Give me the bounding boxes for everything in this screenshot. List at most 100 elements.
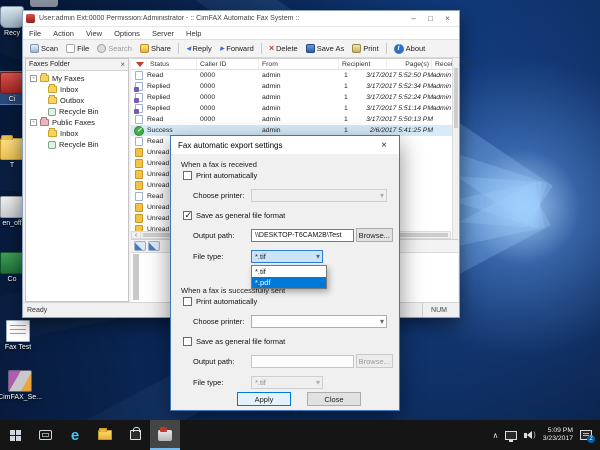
unread-status-icon bbox=[135, 148, 143, 157]
cell-status: Replied bbox=[147, 92, 197, 103]
delete-button[interactable]: ×Delete bbox=[265, 43, 302, 54]
collapse-icon[interactable]: - bbox=[30, 75, 37, 82]
about-button[interactable]: iAbout bbox=[390, 43, 430, 55]
collapse-icon[interactable]: - bbox=[30, 119, 37, 126]
print-button[interactable]: Print bbox=[348, 43, 382, 54]
pages-column-header[interactable]: Page(s) bbox=[387, 59, 432, 69]
scrollbar-thumb[interactable] bbox=[454, 68, 458, 128]
share-button[interactable]: Share bbox=[136, 43, 175, 54]
task-view-button[interactable] bbox=[30, 420, 60, 450]
menu-help[interactable]: Help bbox=[180, 29, 207, 38]
window-titlebar[interactable]: User:admin Ext:0000 Permission:Administr… bbox=[23, 11, 459, 27]
menu-options[interactable]: Options bbox=[108, 29, 146, 38]
panel-close-icon[interactable]: × bbox=[120, 60, 125, 70]
desktop-icon-cimfax-setup[interactable]: CimFAX_Se... bbox=[0, 370, 43, 402]
tree-item-my-faxes[interactable]: -My Faxes bbox=[26, 73, 128, 84]
from-column-header[interactable]: From bbox=[259, 59, 339, 69]
save-as-button[interactable]: Save As bbox=[302, 43, 349, 54]
tree-label: Inbox bbox=[60, 85, 78, 94]
store-button[interactable] bbox=[120, 420, 150, 450]
file-explorer-button[interactable] bbox=[90, 420, 120, 450]
speaker-icon[interactable]: ) bbox=[524, 431, 535, 439]
start-button[interactable] bbox=[0, 420, 30, 450]
scan-button[interactable]: Scan bbox=[26, 43, 62, 54]
rotate-right-icon[interactable] bbox=[148, 241, 160, 251]
caller-id-column-header[interactable]: Caller ID bbox=[197, 59, 259, 69]
received-save-checkbox-row[interactable]: Save as general file format bbox=[183, 211, 399, 220]
menu-server[interactable]: Server bbox=[146, 29, 180, 38]
sent-print-checkbox-row[interactable]: Print automatically bbox=[183, 297, 399, 306]
tree-item-outbox[interactable]: Outbox bbox=[26, 95, 128, 106]
scan-icon bbox=[30, 44, 39, 53]
reply-button[interactable]: ◂Reply bbox=[182, 43, 216, 54]
folder-icon bbox=[48, 97, 57, 104]
scroll-left-arrow-icon[interactable]: ‹ bbox=[132, 232, 141, 238]
rotate-left-icon[interactable] bbox=[134, 241, 146, 251]
cell-receive: admin bbox=[432, 83, 451, 90]
search-label: Search bbox=[108, 44, 132, 53]
apply-button[interactable]: Apply bbox=[237, 392, 291, 406]
hidden-icons-chevron[interactable]: ∧ bbox=[493, 431, 499, 440]
maximize-button[interactable]: □ bbox=[422, 12, 439, 26]
desktop-icon-label: Recy bbox=[4, 30, 20, 37]
option-tif[interactable]: *.tif bbox=[252, 266, 326, 277]
cimfax-taskbar-button[interactable] bbox=[150, 420, 180, 450]
menu-view[interactable]: View bbox=[80, 29, 108, 38]
tree-item-inbox[interactable]: Inbox bbox=[26, 84, 128, 95]
close-button[interactable]: × bbox=[439, 12, 456, 26]
dialog-close-icon[interactable]: × bbox=[376, 140, 392, 151]
fax-row[interactable]: Replied0000admin13/17/2017 5:51:14 PMadm… bbox=[131, 103, 452, 114]
cell-caller-id: 0000 bbox=[197, 81, 259, 92]
preview-scrollbar[interactable] bbox=[133, 254, 139, 300]
sent-save-checkbox-row[interactable]: Save as general file format bbox=[183, 337, 399, 346]
network-icon[interactable] bbox=[505, 431, 517, 440]
dialog-close-button[interactable]: Close bbox=[307, 392, 361, 406]
file-button[interactable]: File bbox=[62, 43, 93, 54]
checkbox-checked[interactable] bbox=[183, 211, 192, 220]
checkbox-unchecked[interactable] bbox=[183, 171, 192, 180]
taskbar-clock[interactable]: 5:09 PM 3/23/2017 bbox=[543, 427, 573, 443]
edge-button[interactable]: e bbox=[60, 420, 90, 450]
option-pdf-highlighted[interactable]: *.pdf bbox=[252, 277, 326, 288]
search-button: Search bbox=[93, 43, 136, 54]
save-as-general-label: Save as general file format bbox=[196, 211, 285, 220]
print-icon bbox=[352, 44, 361, 53]
browse-button[interactable]: Browse... bbox=[356, 228, 393, 242]
filter-column-header[interactable] bbox=[131, 59, 147, 69]
tree-label: Outbox bbox=[60, 96, 84, 105]
fax-row[interactable]: Read0000admin13/17/2017 5:52:50 PMadmin bbox=[131, 70, 452, 81]
file-type-combobox[interactable]: *.tif▾ bbox=[251, 250, 323, 263]
fax-row[interactable]: Replied0000admin13/17/2017 5:52:34 PMadm… bbox=[131, 81, 452, 92]
status-ready: Ready bbox=[27, 307, 47, 314]
about-label: About bbox=[406, 44, 426, 53]
status-column-header[interactable]: Status bbox=[147, 59, 197, 69]
fax-row[interactable]: Read0000admin13/17/2017 5:50:13 PM bbox=[131, 114, 452, 125]
fax-row[interactable]: Replied0000admin13/17/2017 5:52:24 PMadm… bbox=[131, 92, 452, 103]
checkbox-unchecked[interactable] bbox=[183, 297, 192, 306]
receive-time-column-header[interactable]: Receive Time bbox=[432, 59, 452, 69]
toolbar: Scan File Search Share ◂Reply ▸Forward ×… bbox=[23, 40, 459, 58]
file-type-combobox-disabled: *.tif▾ bbox=[251, 376, 323, 389]
recipient-column-header[interactable]: Recipient bbox=[339, 59, 387, 69]
clock-date: 3/23/2017 bbox=[543, 435, 573, 443]
tree-item-recycle-bin[interactable]: Recycle Bin bbox=[26, 106, 128, 117]
tree-item-public-recycle-bin[interactable]: Recycle Bin bbox=[26, 139, 128, 150]
store-bag-icon bbox=[130, 430, 141, 440]
cimfax-app-icon bbox=[0, 72, 24, 94]
search-icon bbox=[97, 44, 106, 53]
menu-file[interactable]: File bbox=[23, 29, 47, 38]
menu-bar: File Action View Options Server Help bbox=[23, 27, 459, 40]
cell-caller-id: 0000 bbox=[197, 114, 259, 125]
dialog-titlebar[interactable]: Fax automatic export settings × bbox=[171, 136, 399, 154]
received-print-checkbox-row[interactable]: Print automatically bbox=[183, 171, 399, 180]
menu-action[interactable]: Action bbox=[47, 29, 80, 38]
tree-item-public-faxes[interactable]: -Public Faxes bbox=[26, 117, 128, 128]
minimize-button[interactable]: – bbox=[405, 12, 422, 26]
checkbox-unchecked[interactable] bbox=[183, 337, 192, 346]
action-center-icon[interactable]: 2 bbox=[580, 430, 592, 440]
sent-printer-combobox[interactable]: ▾ bbox=[251, 315, 387, 328]
tree-item-public-inbox[interactable]: Inbox bbox=[26, 128, 128, 139]
forward-button[interactable]: ▸Forward bbox=[216, 43, 258, 54]
desktop-icon-fax-test[interactable]: Fax Test bbox=[0, 320, 41, 352]
output-path-input[interactable] bbox=[251, 229, 354, 242]
